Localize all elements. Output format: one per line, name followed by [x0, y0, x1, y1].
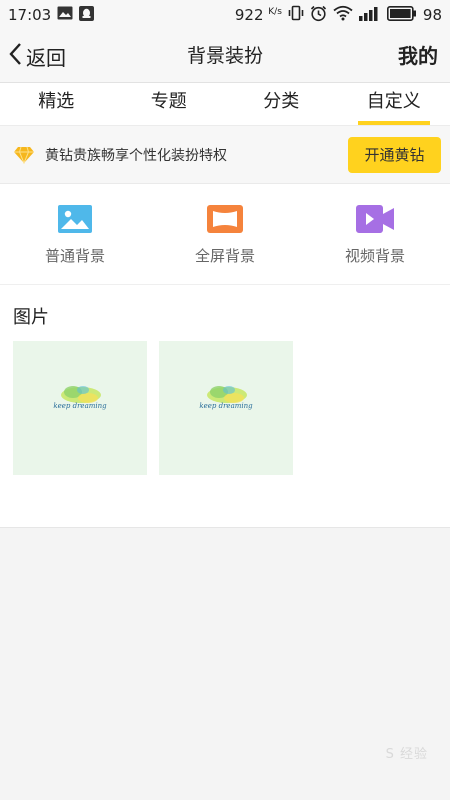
- image-notification-icon: [57, 6, 73, 24]
- fullscreen-icon: [207, 205, 243, 237]
- section-title: 图片: [13, 307, 49, 328]
- signal-icon: [358, 6, 381, 25]
- tab-featured[interactable]: 精选: [0, 83, 113, 125]
- thumbnail-caption: keep dreaming: [53, 402, 107, 410]
- watermark: S 经验: [385, 747, 428, 762]
- battery-icon: [386, 5, 417, 25]
- vip-banner: 黄钻贵族畅享个性化装扮特权 开通黄钻: [0, 126, 450, 184]
- images-section: 图片 keep dreaming keep dreaming: [0, 285, 450, 528]
- open-vip-button[interactable]: 开通黄钻: [348, 136, 441, 173]
- back-button[interactable]: 返回: [8, 30, 66, 82]
- option-label: 视频背景: [344, 247, 405, 265]
- mine-button[interactable]: 我的: [398, 30, 438, 82]
- tab-custom[interactable]: 自定义: [338, 83, 450, 125]
- video-camera-icon: [356, 205, 394, 237]
- alarm-icon: [310, 5, 327, 26]
- qq-notification-icon: [79, 5, 95, 25]
- network-speed: 922 K/s: [234, 6, 282, 24]
- thumbnail-caption: keep dreaming: [199, 402, 253, 410]
- image-thumbnail[interactable]: keep dreaming: [13, 341, 147, 475]
- tab-bar: 精选 专题 分类 自定义: [0, 83, 450, 126]
- normal-background-option[interactable]: 普通背景: [0, 184, 150, 284]
- background-type-options: 普通背景 全屏背景 视频背景: [0, 184, 450, 285]
- wifi-icon: [333, 5, 353, 25]
- option-label: 普通背景: [44, 247, 105, 265]
- image-icon: [58, 205, 92, 237]
- navigation-bar: 返回 背景装扮 我的: [0, 30, 450, 83]
- option-label: 全屏背景: [194, 247, 255, 265]
- image-thumbnail[interactable]: keep dreaming: [159, 341, 293, 475]
- screen: 17:03 922 K/s 98 返回 背景装扮 我的 精选 专题 分类 自定义…: [0, 0, 450, 800]
- chevron-left-icon: [8, 42, 22, 70]
- vibrate-icon: [288, 5, 304, 25]
- status-bar: 17:03 922 K/s 98: [0, 0, 450, 30]
- video-background-option[interactable]: 视频背景: [300, 184, 450, 284]
- clock: 17:03: [8, 6, 52, 24]
- fullscreen-background-option[interactable]: 全屏背景: [150, 184, 300, 284]
- page-title: 背景装扮: [186, 45, 263, 67]
- tab-categories[interactable]: 分类: [225, 83, 338, 125]
- diamond-icon: [13, 146, 35, 164]
- tab-topics[interactable]: 专题: [113, 83, 226, 125]
- battery-level: 98: [422, 6, 442, 24]
- vip-promo-text: 黄钻贵族畅享个性化装扮特权: [45, 147, 227, 164]
- back-label: 返回: [26, 45, 66, 70]
